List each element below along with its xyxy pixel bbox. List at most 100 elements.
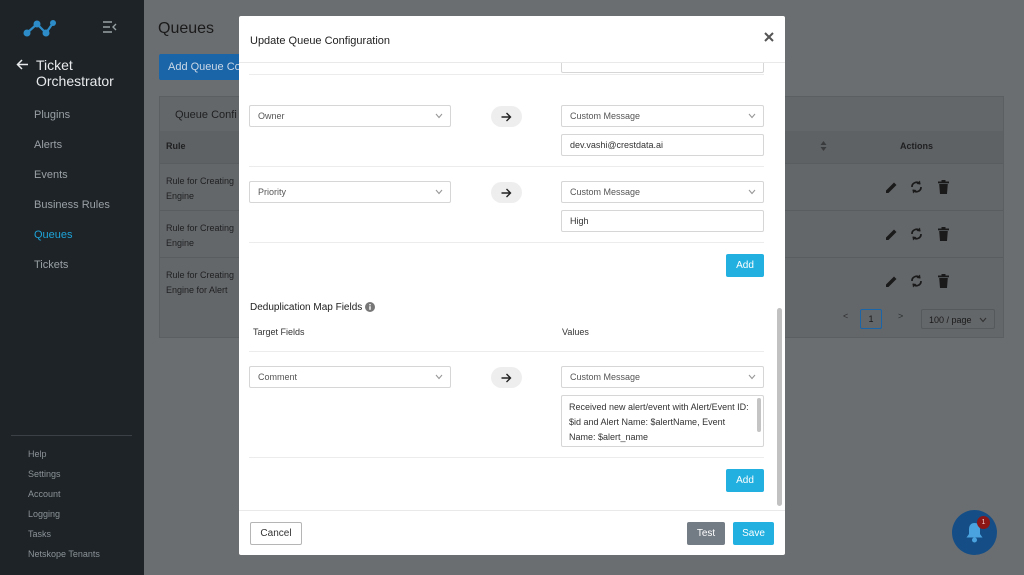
sidebar-item-netskope-tenants[interactable]: Netskope Tenants	[28, 548, 100, 568]
page-title: Queues	[158, 20, 215, 37]
arrow-right-icon	[501, 188, 512, 198]
modal-scrollbar-thumb[interactable]	[777, 308, 782, 506]
sidebar-item-tasks[interactable]: Tasks	[28, 528, 100, 548]
test-button[interactable]: Test	[687, 522, 725, 545]
app-title-line1: Ticket	[36, 57, 73, 73]
rule-name-line2: Engine	[166, 191, 195, 201]
target-type-select[interactable]: Custom Message	[561, 105, 764, 127]
divider	[249, 457, 764, 458]
textarea-scrollbar[interactable]	[757, 398, 761, 432]
divider	[249, 242, 764, 243]
modal-title: Update Queue Configuration	[250, 35, 391, 47]
sidebar-item-tickets[interactable]: Tickets	[34, 257, 110, 287]
app-title-line2: Orchestrator	[36, 73, 114, 89]
dedup-target-type-select[interactable]: Custom Message	[561, 366, 764, 388]
edit-icon[interactable]	[885, 275, 898, 288]
rule-name-cell: Rule for Creating Engine for Alert	[166, 268, 234, 298]
deduplication-title-text: Deduplication Map Fields	[250, 302, 363, 313]
sidebar-item-queues[interactable]: Queues	[34, 227, 110, 257]
sync-icon[interactable]	[910, 274, 923, 288]
row-actions	[885, 179, 955, 195]
chevron-down-icon	[435, 189, 443, 195]
close-icon[interactable]	[762, 30, 776, 44]
sidebar-item-logging[interactable]: Logging	[28, 508, 100, 528]
deduplication-title: Deduplication Map Fields	[250, 302, 376, 313]
sidebar: Ticket Orchestrator Plugins Alerts Event…	[0, 0, 144, 575]
values-label: Values	[562, 327, 589, 337]
sidebar-footer-nav: Help Settings Account Logging Tasks Nets…	[28, 448, 100, 568]
sidebar-nav: Plugins Alerts Events Business Rules Que…	[34, 107, 110, 287]
target-type-value: Custom Message	[570, 187, 641, 197]
sort-icon[interactable]	[820, 141, 827, 151]
previous-value-field[interactable]	[561, 63, 764, 73]
modal-body: Owner Custom Message dev.vashi@crestdata…	[239, 63, 785, 510]
sync-icon[interactable]	[910, 180, 923, 194]
pager-current-page[interactable]: 1	[860, 309, 882, 329]
chevron-down-icon	[435, 374, 443, 380]
target-type-select[interactable]: Custom Message	[561, 181, 764, 203]
netskope-logo-icon[interactable]	[22, 18, 56, 40]
save-button[interactable]: Save	[733, 522, 774, 545]
dedup-source-field-select[interactable]: Comment	[249, 366, 451, 388]
pager-prev[interactable]: <	[843, 311, 848, 321]
modal-header: Update Queue Configuration	[239, 16, 785, 63]
target-fields-label: Target Fields	[253, 327, 305, 337]
back-arrow-icon[interactable]	[16, 57, 30, 73]
custom-message-input[interactable]: High	[561, 210, 764, 232]
dedup-source-field-value: Comment	[258, 372, 298, 382]
edit-icon[interactable]	[885, 228, 898, 241]
sidebar-item-business-rules[interactable]: Business Rules	[34, 197, 110, 227]
rule-name-line1: Rule for Creating	[166, 176, 235, 186]
sidebar-item-settings[interactable]: Settings	[28, 468, 100, 488]
notifications-button[interactable]	[952, 510, 997, 555]
divider	[249, 351, 764, 352]
map-arrow-button[interactable]	[491, 182, 522, 203]
arrow-right-icon	[501, 112, 512, 122]
delete-icon[interactable]	[938, 274, 949, 288]
delete-icon[interactable]	[938, 180, 949, 194]
sidebar-item-plugins[interactable]: Plugins	[34, 107, 110, 137]
card-title: Queue Confi	[175, 109, 237, 121]
add-dedup-mapping-button[interactable]: Add	[726, 469, 764, 492]
edit-icon[interactable]	[885, 181, 898, 194]
add-queue-configuration-button[interactable]: Add Queue Co	[159, 54, 249, 80]
page-size-value: 100 / page	[929, 315, 972, 325]
app-title[interactable]: Ticket Orchestrator	[16, 57, 114, 89]
sidebar-item-alerts[interactable]: Alerts	[34, 137, 110, 167]
row-actions	[885, 273, 955, 289]
column-header-actions: Actions	[900, 141, 934, 151]
divider	[249, 74, 764, 75]
rule-name-line1: Rule for Creating	[166, 223, 235, 233]
sidebar-item-account[interactable]: Account	[28, 488, 100, 508]
custom-message-input[interactable]: dev.vashi@crestdata.ai	[561, 134, 764, 156]
sync-icon[interactable]	[910, 227, 923, 241]
source-field-value: Owner	[258, 111, 285, 121]
rule-name-line2: Engine for Alert	[166, 285, 228, 295]
info-icon[interactable]	[365, 302, 376, 312]
map-arrow-button[interactable]	[491, 367, 522, 388]
delete-icon[interactable]	[938, 227, 949, 241]
notification-count-badge: 1	[977, 516, 990, 529]
column-header-rule[interactable]: Rule	[166, 141, 186, 151]
chevron-down-icon	[435, 113, 443, 119]
source-field-value: Priority	[258, 187, 287, 197]
page-size-select[interactable]: 100 / page	[921, 309, 995, 329]
sidebar-item-help[interactable]: Help	[28, 448, 100, 468]
arrow-right-icon	[501, 373, 512, 383]
row-actions	[885, 226, 955, 242]
rule-name-line2: Engine	[166, 238, 195, 248]
chevron-down-icon	[979, 317, 987, 323]
collapse-menu-icon[interactable]	[103, 21, 117, 33]
add-mapping-button[interactable]: Add	[726, 254, 764, 277]
sidebar-item-events[interactable]: Events	[34, 167, 110, 197]
source-field-select[interactable]: Owner	[249, 105, 451, 127]
pager-next[interactable]: >	[898, 311, 903, 321]
dedup-target-type-value: Custom Message	[570, 372, 641, 382]
sidebar-divider	[11, 435, 132, 436]
rule-name-cell: Rule for Creating Engine	[166, 221, 234, 251]
map-arrow-button[interactable]	[491, 106, 522, 127]
cancel-button[interactable]: Cancel	[250, 522, 302, 545]
chevron-down-icon	[748, 113, 756, 119]
dedup-custom-message-textarea[interactable]: Received new alert/event with Alert/Even…	[561, 395, 764, 447]
source-field-select[interactable]: Priority	[249, 181, 451, 203]
